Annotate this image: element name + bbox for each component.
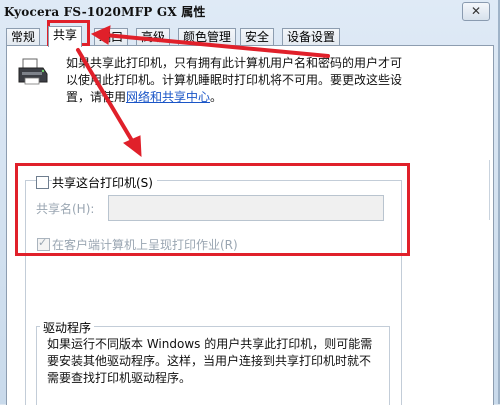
printer-icon xyxy=(18,58,48,85)
render-jobs-on-client-checkbox[interactable] xyxy=(37,236,50,251)
tab-general[interactable]: 常规 xyxy=(6,28,41,46)
tab-device-settings[interactable]: 设备设置 xyxy=(282,28,341,46)
background-window-edge xyxy=(489,160,496,220)
tab-ports[interactable]: 端口 xyxy=(94,28,129,46)
render-jobs-on-client-label: 在客户端计算机上呈现打印作业(R) xyxy=(52,238,238,252)
window-title: Kyocera FS-1020MFP GX 属性 xyxy=(4,5,206,19)
printer-properties-window: Kyocera FS-1020MFP GX 属性 ✕ 常规 共享 端口 高级 颜… xyxy=(0,0,500,405)
share-name-label: 共享名(H): xyxy=(36,202,95,216)
sharing-description: 如果共享此打印机，只有拥有此计算机用户名和密码的用户才可以使用此打印机。计算机睡… xyxy=(66,55,406,106)
drivers-description: 如果运行不同版本 Windows 的用户共享此打印机，则可能需要安装其他驱动程序… xyxy=(47,337,373,385)
share-printer-label[interactable]: 共享这台打印机(S) xyxy=(52,174,157,191)
tab-color-management[interactable]: 颜色管理 xyxy=(178,28,237,46)
close-button[interactable]: ✕ xyxy=(462,2,490,21)
tab-security[interactable]: 安全 xyxy=(240,28,275,46)
title-bar[interactable]: Kyocera FS-1020MFP GX 属性 ✕ xyxy=(0,0,498,22)
close-icon: ✕ xyxy=(470,4,482,18)
network-sharing-center-link[interactable]: 网络和共享中心 xyxy=(126,90,210,104)
sharing-description-suffix: 。 xyxy=(210,90,223,104)
tab-advanced[interactable]: 高级 xyxy=(136,28,171,46)
share-printer-checkbox[interactable] xyxy=(36,176,49,189)
tab-sharing[interactable]: 共享 xyxy=(48,26,83,47)
drivers-group-title: 驱动程序 xyxy=(40,319,95,336)
share-name-input[interactable] xyxy=(108,195,384,221)
sharing-description-text: 如果共享此打印机，只有拥有此计算机用户名和密码的用户才可以使用此打印机。计算机睡… xyxy=(66,56,403,104)
